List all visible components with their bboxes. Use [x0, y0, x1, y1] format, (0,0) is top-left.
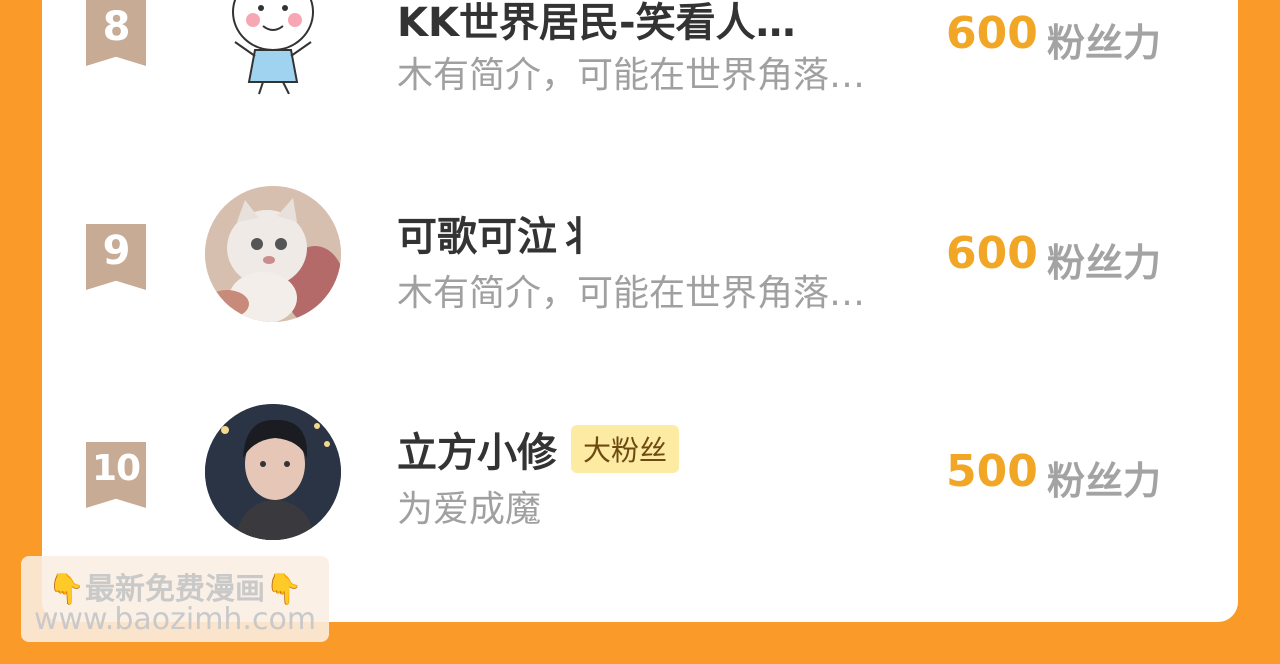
- big-fan-badge: 大粉丝: [571, 425, 680, 473]
- fan-ranking-card: 8 KK世界居民-笑看人… 木有简介，可能在世界角落… 600 粉丝力 9 可歌…: [42, 0, 1238, 622]
- person-photo-avatar: [205, 404, 341, 540]
- cartoon-kid-avatar: [232, 0, 314, 95]
- cat-photo-avatar: [205, 186, 341, 322]
- avatar[interactable]: [205, 0, 341, 96]
- rank-ribbon: 9: [86, 224, 146, 290]
- user-description: 为爱成魔: [397, 489, 542, 530]
- site-watermark[interactable]: 👇最新免费漫画👇 www.baozimh.com: [21, 556, 329, 642]
- fan-power-value: 500: [946, 446, 1038, 497]
- fan-power-unit: 粉丝力: [1047, 459, 1162, 503]
- user-name-text[interactable]: 立方小修: [397, 430, 557, 476]
- ranking-row[interactable]: 10 立方小修 大粉丝 为爱成魔 500 粉丝力: [42, 404, 1238, 544]
- fan-power-value: 600: [946, 228, 1038, 279]
- user-name[interactable]: 立方小修 大粉丝: [397, 420, 680, 479]
- ranking-row[interactable]: 8 KK世界居民-笑看人… 木有简介，可能在世界角落… 600 粉丝力: [42, 0, 1238, 110]
- user-description: 木有简介，可能在世界角落…: [397, 55, 866, 96]
- fan-power-unit: 粉丝力: [1047, 21, 1162, 65]
- avatar[interactable]: [205, 404, 341, 540]
- user-name[interactable]: 可歌可泣丬: [397, 204, 597, 262]
- user-name[interactable]: KK世界居民-笑看人…: [397, 0, 796, 48]
- rank-ribbon: 8: [86, 0, 146, 66]
- rank-ribbon: 10: [86, 442, 146, 508]
- fan-power-value: 600: [946, 8, 1038, 59]
- fan-power-unit: 粉丝力: [1047, 241, 1162, 285]
- avatar[interactable]: [205, 186, 341, 322]
- user-description: 木有简介，可能在世界角落…: [397, 273, 866, 314]
- watermark-url[interactable]: www.baozimh.com: [21, 602, 329, 637]
- ranking-row[interactable]: 9 可歌可泣丬 木有简介，可能在世界角落… 600 粉丝力: [42, 186, 1238, 326]
